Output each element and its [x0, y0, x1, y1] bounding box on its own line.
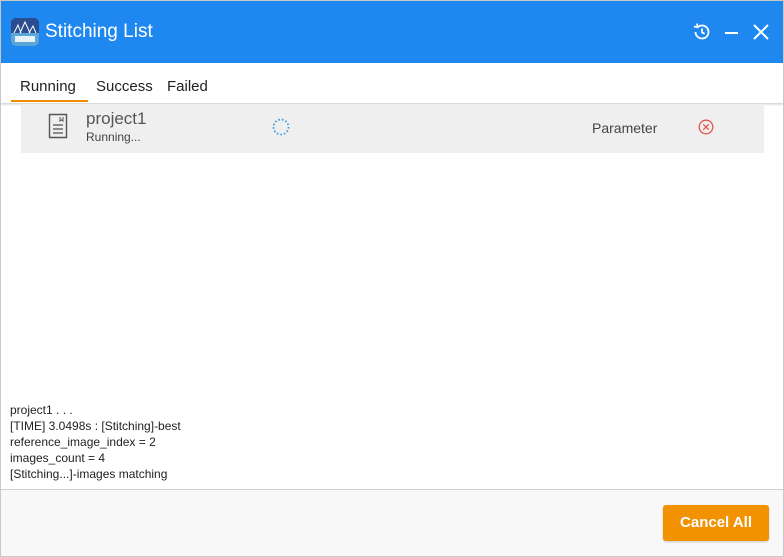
log-output: project1 . . . [TIME] 3.0498s : [Stitchi…: [10, 402, 510, 482]
tab-running[interactable]: Running: [20, 77, 76, 97]
log-line: images_count = 4: [10, 451, 106, 465]
close-icon: [749, 20, 773, 44]
footer-bar: Cancel All: [1, 490, 783, 556]
tab-bar: Running Success Failed: [1, 63, 783, 103]
task-name: project1: [86, 109, 147, 128]
title-bar[interactable]: Stitching List: [1, 1, 783, 63]
history-button[interactable]: [690, 20, 714, 44]
log-line: project1 . . .: [10, 403, 73, 417]
log-line: reference_image_index = 2: [10, 435, 156, 449]
loading-spinner-icon: [271, 117, 291, 137]
tab-failed[interactable]: Failed: [167, 77, 208, 97]
window-title: Stitching List: [45, 21, 153, 42]
tab-success[interactable]: Success: [96, 77, 153, 97]
parameter-link[interactable]: Parameter: [592, 119, 657, 137]
app-logo-icon: [11, 18, 39, 46]
active-tab-indicator: [11, 100, 88, 102]
minimize-icon: [720, 20, 744, 44]
cancel-circle-icon[interactable]: [698, 119, 714, 135]
history-icon: [690, 20, 714, 44]
close-button[interactable]: [749, 20, 773, 44]
cancel-all-button[interactable]: Cancel All: [663, 505, 769, 541]
task-status: Running...: [86, 130, 141, 144]
task-row[interactable]: project1 Running... Parameter: [21, 104, 764, 153]
minimize-button[interactable]: [720, 20, 744, 44]
document-icon: [48, 113, 68, 139]
log-line: [Stitching...]-images matching: [10, 467, 168, 481]
stitching-list-window: Stitching List Running Success Failed pr…: [0, 0, 784, 557]
log-line: [TIME] 3.0498s : [Stitching]-best: [10, 419, 181, 433]
